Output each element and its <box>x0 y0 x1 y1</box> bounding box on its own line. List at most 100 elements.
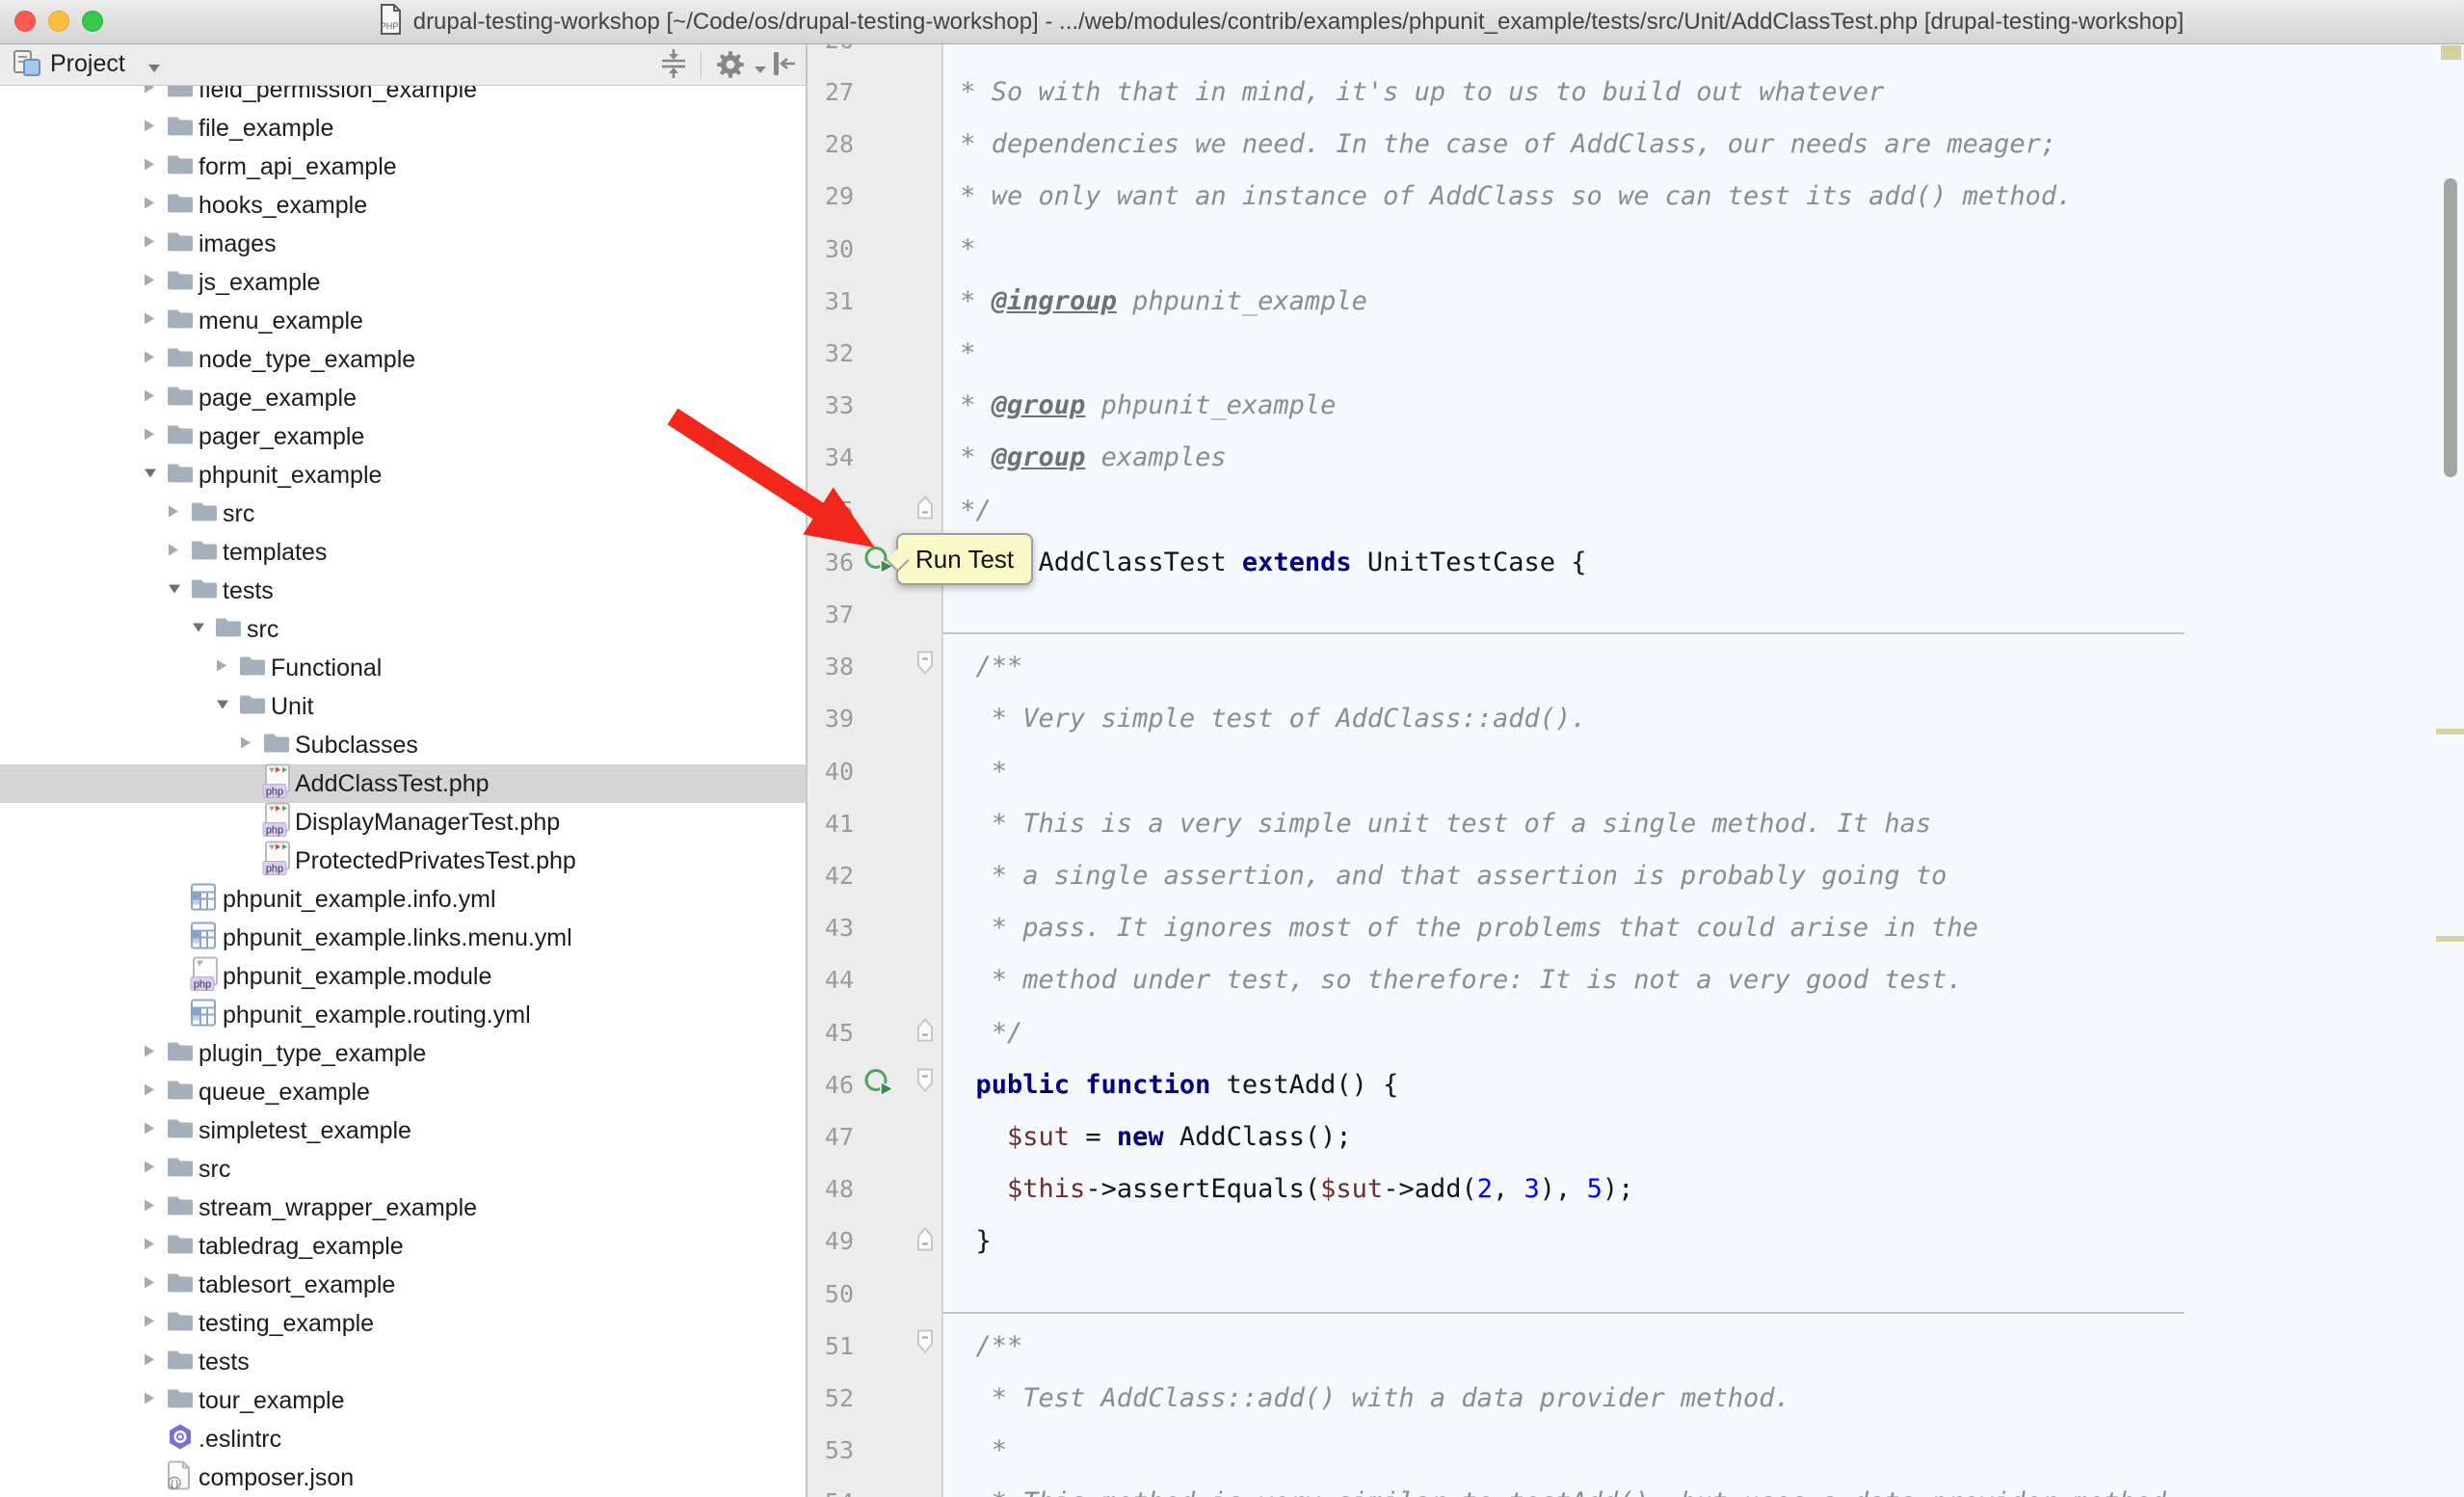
tree-item-phpunit-example-info-yml[interactable]: phpunit_example.info.yml <box>0 880 806 919</box>
hide-panel-button[interactable] <box>767 47 802 82</box>
chevron-collapsed-icon[interactable] <box>142 1390 157 1412</box>
code-line-39[interactable]: 39 * Very simple test of AddClass::add()… <box>808 692 2464 745</box>
run-test-gutter-icon[interactable] <box>863 1066 902 1104</box>
code-line-40[interactable]: 40 * <box>808 745 2464 798</box>
tree-item-phpunit-example-routing-yml[interactable]: phpunit_example.routing.yml <box>0 996 806 1034</box>
tree-item-tests[interactable]: tests <box>0 1343 806 1381</box>
code-line-27[interactable]: 27 * So with that in mind, it's up to us… <box>808 66 2464 119</box>
panel-splitter[interactable] <box>806 43 808 1497</box>
code-line-47[interactable]: 47 $sut = new AddClass(); <box>808 1110 2464 1163</box>
chevron-collapsed-icon[interactable] <box>142 156 157 178</box>
editor-scrollbar-thumb[interactable] <box>2444 178 2457 477</box>
chevron-collapsed-icon[interactable] <box>142 272 157 294</box>
tree-item-unit[interactable]: Unit <box>0 687 806 726</box>
collapse-all-button[interactable] <box>657 47 692 82</box>
chevron-collapsed-icon[interactable] <box>142 426 157 448</box>
code-line-54[interactable]: 54 * This method is very similar to test… <box>808 1476 2464 1497</box>
chevron-collapsed-icon[interactable] <box>142 1120 157 1142</box>
chevron-collapsed-icon[interactable] <box>142 1197 157 1219</box>
tree-item-menu-example[interactable]: menu_example <box>0 302 806 340</box>
fold-marker-up-icon[interactable] <box>914 1222 937 1260</box>
code-line-46[interactable]: 46 public function testAdd() { <box>808 1058 2464 1111</box>
tree-item-queue-example[interactable]: queue_example <box>0 1073 806 1111</box>
chevron-collapsed-icon[interactable] <box>142 1313 157 1335</box>
chevron-collapsed-icon[interactable] <box>142 1082 157 1104</box>
chevron-collapsed-icon[interactable] <box>142 1159 157 1181</box>
chevron-expanded-icon[interactable] <box>166 581 183 601</box>
tree-item-phpunit-example-module[interactable]: phpphpunit_example.module <box>0 957 806 996</box>
code-line-26[interactable]: 26 <box>808 43 2464 67</box>
chevron-expanded-icon[interactable] <box>214 697 231 717</box>
code-line-35[interactable]: 35 */ <box>808 484 2464 537</box>
code-line-28[interactable]: 28 * dependencies we need. In the case o… <box>808 118 2464 171</box>
tree-item-addclasstest-php[interactable]: phpAddClassTest.php <box>0 764 806 803</box>
chevron-collapsed-icon[interactable] <box>142 233 157 255</box>
fold-marker-down-icon[interactable] <box>914 648 937 685</box>
tree-item-composer-json[interactable]: {}composer.json <box>0 1458 806 1497</box>
fold-marker-down-icon[interactable] <box>914 1327 937 1365</box>
tree-item-tour-example[interactable]: tour_example <box>0 1381 806 1420</box>
tree-item-functional[interactable]: Functional <box>0 649 806 687</box>
chevron-collapsed-icon[interactable] <box>214 657 229 680</box>
tree-item-js-example[interactable]: js_example <box>0 263 806 302</box>
code-line-52[interactable]: 52 * Test AddClass::add() with a data pr… <box>808 1372 2464 1425</box>
tree-item-testing-example[interactable]: testing_example <box>0 1304 806 1343</box>
tree-item-src[interactable]: src <box>0 1150 806 1189</box>
chevron-collapsed-icon[interactable] <box>142 349 157 371</box>
settings-gear-button[interactable] <box>713 47 748 82</box>
tree-item-protectedprivatestest-php[interactable]: phpProtectedPrivatesTest.php <box>0 842 806 880</box>
tree-item-stream-wrapper-example[interactable]: stream_wrapper_example <box>0 1189 806 1227</box>
code-line-38[interactable]: 38 /** <box>808 640 2464 693</box>
tree-item-images[interactable]: images <box>0 225 806 263</box>
chevron-down-icon[interactable] <box>754 62 767 79</box>
code-line-32[interactable]: 32 * <box>808 327 2464 380</box>
tree-item-form-api-example[interactable]: form_api_example <box>0 147 806 186</box>
code-line-30[interactable]: 30 * <box>808 223 2464 276</box>
chevron-collapsed-icon[interactable] <box>166 542 181 564</box>
code-line-41[interactable]: 41 * This is a very simple unit test of … <box>808 797 2464 850</box>
chevron-expanded-icon[interactable] <box>142 466 159 486</box>
code-line-42[interactable]: 42 * a single assertion, and that assert… <box>808 849 2464 902</box>
tree-item-simpletest-example[interactable]: simpletest_example <box>0 1111 806 1150</box>
chevron-collapsed-icon[interactable] <box>238 735 253 757</box>
tree-item-phpunit-example-links-menu-yml[interactable]: phpunit_example.links.menu.yml <box>0 919 806 957</box>
chevron-collapsed-icon[interactable] <box>142 1351 157 1374</box>
chevron-collapsed-icon[interactable] <box>142 195 157 217</box>
chevron-collapsed-icon[interactable] <box>142 1274 157 1297</box>
chevron-expanded-icon[interactable] <box>190 620 207 640</box>
chevron-collapsed-icon[interactable] <box>142 118 157 140</box>
code-line-29[interactable]: 29 * we only want an instance of AddClas… <box>808 170 2464 223</box>
code-line-36[interactable]: 36class AddClassTest extends UnitTestCas… <box>808 536 2464 589</box>
close-button[interactable] <box>14 11 36 32</box>
tree-item-hooks-example[interactable]: hooks_example <box>0 186 806 225</box>
chevron-collapsed-icon[interactable] <box>142 1236 157 1258</box>
project-panel-title[interactable]: Project <box>50 43 125 85</box>
code-line-31[interactable]: 31 * @ingroup phpunit_example <box>808 275 2464 328</box>
chevron-collapsed-icon[interactable] <box>142 388 157 410</box>
minimize-button[interactable] <box>48 11 69 32</box>
code-line-48[interactable]: 48 $this->assertEquals($sut->add(2, 3), … <box>808 1163 2464 1216</box>
chevron-down-icon[interactable] <box>146 61 162 78</box>
tree-item-subclasses[interactable]: Subclasses <box>0 726 806 764</box>
code-line-53[interactable]: 53 * <box>808 1424 2464 1477</box>
tree-item-src[interactable]: src <box>0 610 806 649</box>
error-stripe-mark[interactable] <box>2441 45 2461 60</box>
chevron-collapsed-icon[interactable] <box>142 310 157 333</box>
code-line-49[interactable]: 49 } <box>808 1215 2464 1268</box>
code-line-44[interactable]: 44 * method under test, so therefore: It… <box>808 953 2464 1006</box>
tree-item-tabledrag-example[interactable]: tabledrag_example <box>0 1227 806 1266</box>
code-line-43[interactable]: 43 * pass. It ignores most of the proble… <box>808 901 2464 954</box>
error-stripe-mark[interactable] <box>2436 729 2464 735</box>
code-editor[interactable]: 2627 * So with that in mind, it's up to … <box>808 43 2464 1497</box>
code-line-51[interactable]: 51 /** <box>808 1320 2464 1373</box>
tree-item-file-example[interactable]: file_example <box>0 109 806 147</box>
chevron-collapsed-icon[interactable] <box>166 503 181 525</box>
chevron-collapsed-icon[interactable] <box>142 1043 157 1065</box>
tree-item-displaymanagertest-php[interactable]: phpDisplayManagerTest.php <box>0 803 806 842</box>
tree-item-plugin-type-example[interactable]: plugin_type_example <box>0 1034 806 1073</box>
code-line-45[interactable]: 45 */ <box>808 1006 2464 1059</box>
fold-marker-up-icon[interactable] <box>914 1014 937 1052</box>
code-line-33[interactable]: 33 * @group phpunit_example <box>808 379 2464 432</box>
error-stripe-mark[interactable] <box>2436 936 2464 942</box>
zoom-button[interactable] <box>82 11 103 32</box>
